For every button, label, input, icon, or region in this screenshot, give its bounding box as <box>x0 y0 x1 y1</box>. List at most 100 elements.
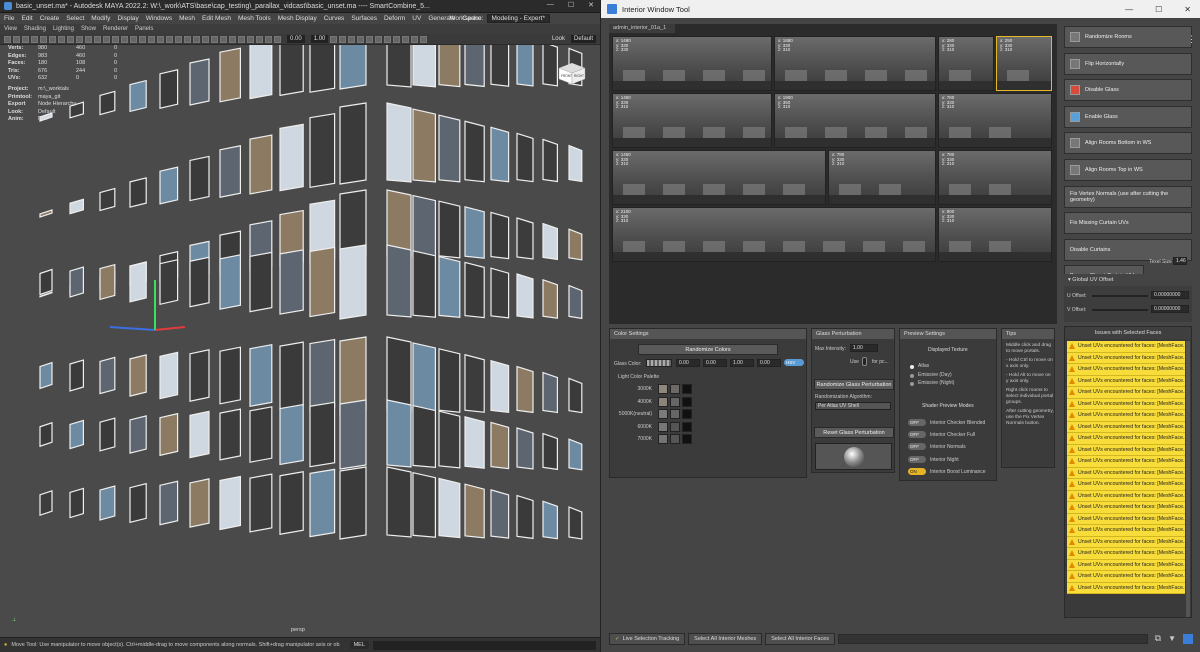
facade-window[interactable] <box>279 403 304 466</box>
sidebar-button-fix-vertex-normals-use-after-cutting-the-geometry[interactable]: Fix Vertex Normals (use after cutting th… <box>1064 185 1192 208</box>
v-offset-input[interactable]: 0.00000000 <box>1151 305 1189 313</box>
palette-swatch[interactable] <box>682 434 692 444</box>
facade-window[interactable] <box>490 359 510 413</box>
facade-window[interactable] <box>339 102 367 185</box>
texture-radio[interactable] <box>910 382 914 386</box>
facade-window[interactable] <box>69 419 85 450</box>
facade-window[interactable] <box>464 45 485 88</box>
facade-window[interactable] <box>464 353 485 413</box>
room-thumbnail[interactable]: x: 780 y: 330 z: 310 <box>938 93 1052 148</box>
facade-window[interactable] <box>386 399 412 468</box>
facade-window[interactable] <box>69 487 85 519</box>
palette-swatch[interactable] <box>682 396 692 407</box>
menu-display[interactable]: Display <box>117 15 138 22</box>
facade-window[interactable] <box>542 278 559 319</box>
gamma-field[interactable]: 1.00 <box>310 35 329 43</box>
texel-size-input[interactable]: 1.46 <box>1173 257 1187 265</box>
toolbar-tool-icon[interactable] <box>274 35 281 43</box>
iwt-minimize-icon[interactable]: — <box>1125 5 1133 14</box>
facade-window[interactable] <box>386 45 412 88</box>
facade-window[interactable] <box>516 494 534 540</box>
facade-window[interactable] <box>69 266 85 298</box>
facade-window[interactable] <box>249 251 273 313</box>
facade-window[interactable] <box>490 45 510 87</box>
palette-swatch[interactable] <box>670 384 680 394</box>
issue-row[interactable]: Unset UVs encountered for faces: [MeshFa… <box>1067 582 1185 594</box>
toolbar-tool-icon[interactable] <box>220 35 227 43</box>
toolbar-tool-icon[interactable] <box>121 35 128 43</box>
glass-color-swatch[interactable] <box>646 359 672 367</box>
facade-window[interactable] <box>568 506 583 540</box>
facade-window[interactable] <box>464 206 485 259</box>
toolbar-tool-icon[interactable] <box>58 35 65 43</box>
panel-menu-panels[interactable]: Panels <box>135 26 153 32</box>
atlas-tab[interactable]: admin_interior_01a_1 <box>609 24 675 33</box>
toolbar-tool-icon[interactable] <box>202 35 209 43</box>
panel-menu-show[interactable]: Show <box>81 26 96 32</box>
randomize-glass-button[interactable]: Randomize Glass Perturbation <box>814 379 894 390</box>
facade-window[interactable] <box>39 268 53 296</box>
menu-deform[interactable]: Deform <box>384 15 405 22</box>
facade-window[interactable] <box>189 410 210 459</box>
hsv-toggle[interactable]: HSV <box>784 359 804 366</box>
facade-window[interactable] <box>438 200 461 259</box>
facade-window[interactable] <box>412 250 436 318</box>
issue-row[interactable]: Unset UVs encountered for faces: [MeshFa… <box>1067 571 1185 583</box>
facade-window[interactable] <box>99 485 116 521</box>
facade-window[interactable] <box>309 338 336 413</box>
palette-swatch[interactable] <box>682 421 692 432</box>
room-thumbnail[interactable]: x: 780 y: 330 z: 310 <box>828 150 936 205</box>
menu-windows[interactable]: Windows <box>146 15 172 22</box>
room-thumbnail[interactable]: x: 1490 y: 330 z: 330 <box>612 36 772 91</box>
toolbar-tool-icon[interactable] <box>357 35 365 43</box>
toolbar-tool-icon[interactable] <box>166 35 173 43</box>
facade-window[interactable] <box>438 348 461 413</box>
menu-file[interactable]: File <box>4 15 14 22</box>
room-thumbnail[interactable]: x: 250 y: 330 z: 310 <box>996 36 1052 91</box>
facade-window[interactable] <box>542 371 559 414</box>
palette-swatch[interactable] <box>670 396 680 407</box>
panel-menu-lighting[interactable]: Lighting <box>53 26 74 32</box>
room-thumbnail[interactable]: x: 1880 y: 330 z: 310 <box>774 36 936 91</box>
facade-window[interactable] <box>249 45 273 100</box>
toolbar-tool-icon[interactable] <box>366 35 374 43</box>
issue-row[interactable]: Unset UVs encountered for faces: [MeshFa… <box>1067 525 1185 537</box>
facade-window[interactable] <box>339 45 367 90</box>
facade-window[interactable] <box>189 478 210 528</box>
toolbar-tool-icon[interactable] <box>94 35 101 43</box>
facade-window[interactable] <box>386 244 412 318</box>
menu-surfaces[interactable]: Surfaces <box>351 15 377 22</box>
palette-swatch[interactable] <box>670 434 680 444</box>
menu-create[interactable]: Create <box>40 15 60 22</box>
facade-window[interactable] <box>159 480 179 526</box>
facade-window[interactable] <box>542 432 559 471</box>
facade-window[interactable] <box>159 166 179 205</box>
u-offset-slider[interactable] <box>1092 295 1148 297</box>
toolbar-tool-icon[interactable] <box>265 35 272 43</box>
facade-window[interactable] <box>464 483 485 539</box>
facade-window[interactable] <box>438 410 461 469</box>
toolbar-tool-icon[interactable] <box>157 35 164 43</box>
move-manipulator-axis[interactable] <box>154 326 186 331</box>
link-icon[interactable] <box>1183 633 1193 644</box>
facade-window[interactable] <box>568 438 583 471</box>
facade-window[interactable] <box>159 258 179 306</box>
room-thumbnail[interactable]: x: 1900 y: 350 z: 310 <box>774 93 936 148</box>
facade-window[interactable] <box>39 489 53 517</box>
facade-window[interactable] <box>309 246 336 318</box>
issue-row[interactable]: Unset UVs encountered for faces: [MeshFa… <box>1067 536 1185 548</box>
facade-window[interactable] <box>99 417 116 452</box>
facade-window[interactable] <box>219 145 241 198</box>
facade-window[interactable] <box>219 254 241 310</box>
facade-window[interactable] <box>159 351 179 400</box>
issues-scrollbar[interactable] <box>1186 341 1190 617</box>
toolbar-tool-icon[interactable] <box>384 35 392 43</box>
workspace-select[interactable]: Modeling - Expert* <box>486 14 550 23</box>
room-thumbnail[interactable]: x: 1450 y: 330 z: 310 <box>612 93 772 148</box>
facade-window[interactable] <box>490 211 510 260</box>
exposure-field[interactable]: 0.00 <box>287 35 305 43</box>
panel-menu-shading[interactable]: Shading <box>24 26 46 32</box>
sidebar-button-randomize-rooms[interactable]: Randomize Rooms <box>1064 26 1192 48</box>
toolbar-tool-icon[interactable] <box>103 35 110 43</box>
toolbar-tool-icon[interactable] <box>31 35 38 43</box>
